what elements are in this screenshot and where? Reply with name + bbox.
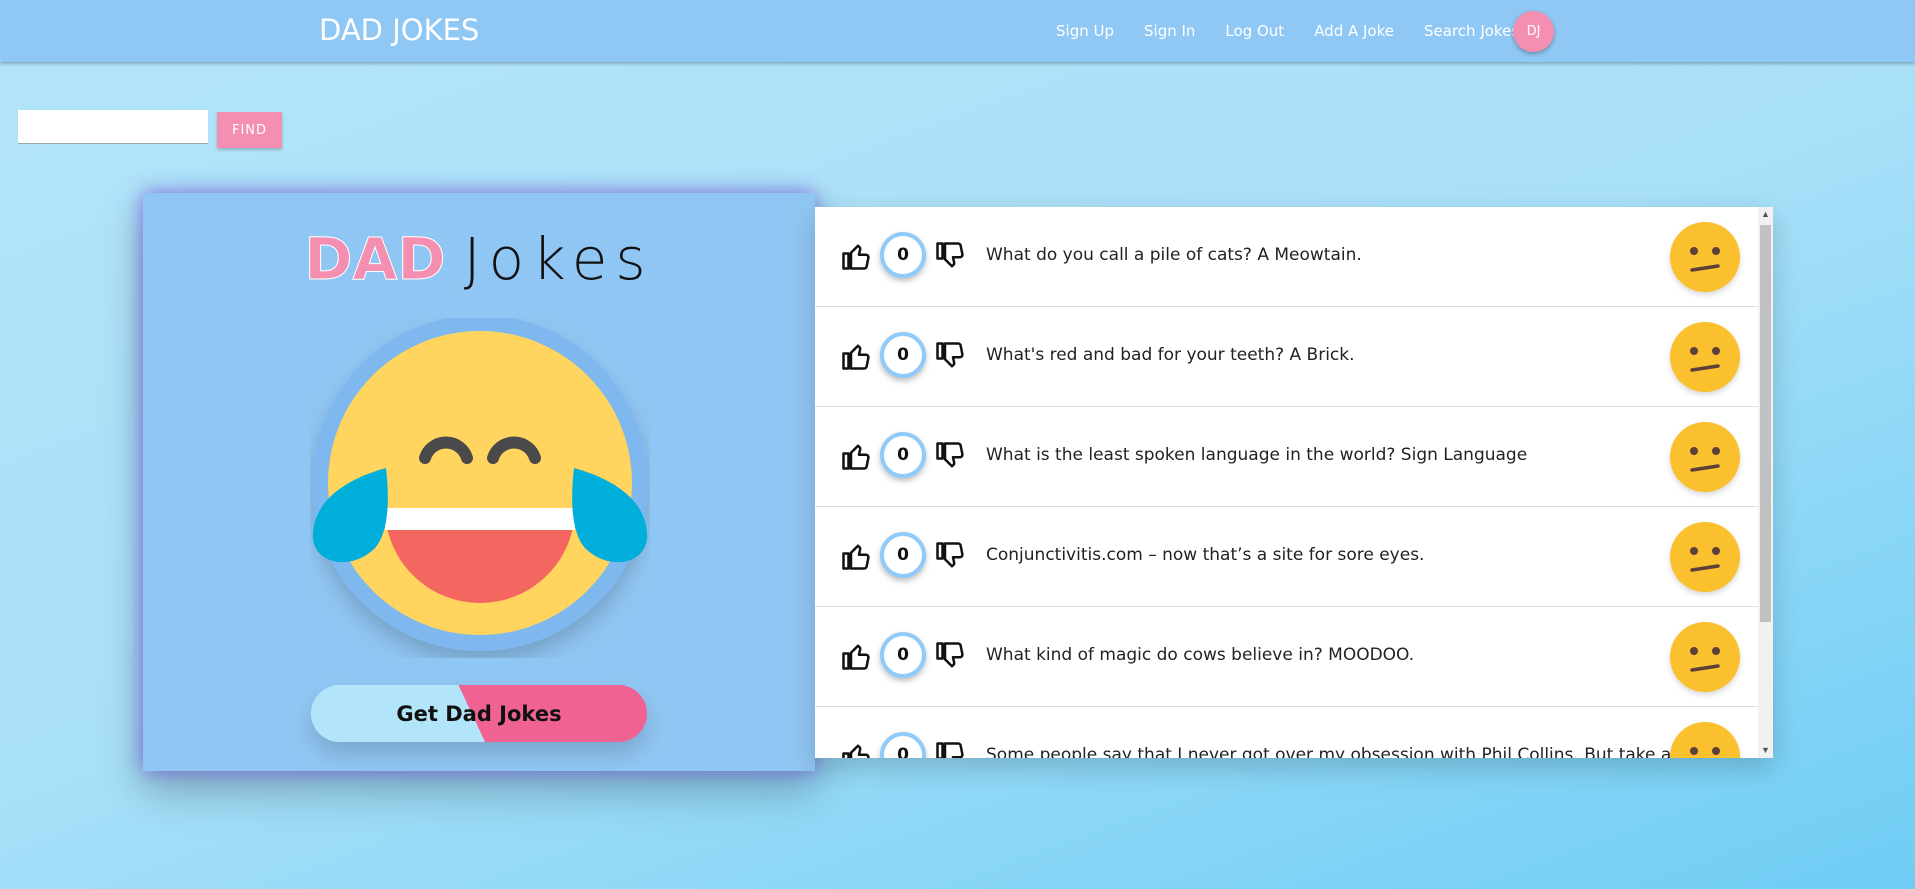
vote-count: 0 [880,732,926,758]
confused-face-icon [1670,422,1740,492]
confused-face-icon [1670,722,1740,758]
confused-face-icon [1670,222,1740,292]
confused-face-icon [1670,622,1740,692]
laughing-emoji-icon [310,315,650,658]
jokes-list[interactable]: 0 What do you call a pile of cats? A Meo… [815,207,1773,758]
thumbs-down-icon[interactable] [935,640,965,672]
nav-sign-in[interactable]: Sign In [1144,22,1195,40]
thumbs-up-icon[interactable] [841,640,871,672]
scroll-up-icon[interactable]: ▲ [1758,207,1773,222]
joke-text: What's red and bad for your teeth? A Bri… [986,345,1355,365]
thumbs-up-icon[interactable] [841,440,871,472]
thumbs-down-icon[interactable] [935,340,965,372]
thumbs-up-icon[interactable] [841,340,871,372]
joke-row-4: 0 Conjunctivitis.com – now that’s a site… [815,507,1758,607]
vote-count: 0 [880,532,926,578]
joke-text: What kind of magic do cows believe in? M… [986,645,1415,665]
title-dad: DAD [304,225,446,294]
scroll-thumb[interactable] [1760,225,1771,622]
page-title: DAD Jokes [143,225,815,294]
joke-text: Conjunctivitis.com – now that’s a site f… [986,545,1425,565]
vote-count: 0 [880,232,926,278]
nav-add-joke[interactable]: Add A Joke [1314,22,1394,40]
get-dad-jokes-button[interactable]: Get Dad Jokes [311,685,647,742]
joke-row-1: 0 What do you call a pile of cats? A Meo… [815,207,1758,307]
avatar[interactable]: DJ [1513,11,1554,52]
nav-sign-up[interactable]: Sign Up [1056,22,1114,40]
thumbs-down-icon[interactable] [935,440,965,472]
vote-count: 0 [880,632,926,678]
thumbs-up-icon[interactable] [841,740,871,758]
scrollbar[interactable]: ▲ ▼ [1758,207,1773,758]
title-jokes: Jokes [463,225,654,293]
joke-row-5: 0 What kind of magic do cows believe in?… [815,607,1758,707]
thumbs-down-icon[interactable] [935,740,965,758]
confused-face-icon [1670,322,1740,392]
nav-log-out[interactable]: Log Out [1225,22,1284,40]
joke-row-6: 0 Some people say that I never got over … [815,707,1758,758]
thumbs-up-icon[interactable] [841,540,871,572]
vote-count: 0 [880,332,926,378]
joke-text: What is the least spoken language in the… [986,445,1528,465]
nav-links: Sign Up Sign In Log Out Add A Joke Searc… [1056,22,1549,40]
joke-row-3: 0 What is the least spoken language in t… [815,407,1758,507]
thumbs-up-icon[interactable] [841,240,871,272]
hero-panel: DAD Jokes Get Dad Jokes [143,193,815,771]
nav-search-jokes[interactable]: Search Jokes [1424,22,1519,40]
find-button[interactable]: FIND [217,112,282,148]
brand-logo[interactable]: DAD JOKES [319,13,479,47]
joke-row-2: 0 What's red and bad for your teeth? A B… [815,307,1758,407]
search-input[interactable] [18,110,208,144]
thumbs-down-icon[interactable] [935,240,965,272]
navbar: DAD JOKES Sign Up Sign In Log Out Add A … [0,0,1915,62]
joke-text: What do you call a pile of cats? A Meowt… [986,245,1362,265]
vote-count: 0 [880,432,926,478]
thumbs-down-icon[interactable] [935,540,965,572]
confused-face-icon [1670,522,1740,592]
scroll-down-icon[interactable]: ▼ [1758,743,1773,758]
joke-text: Some people say that I never got over my… [986,745,1713,758]
